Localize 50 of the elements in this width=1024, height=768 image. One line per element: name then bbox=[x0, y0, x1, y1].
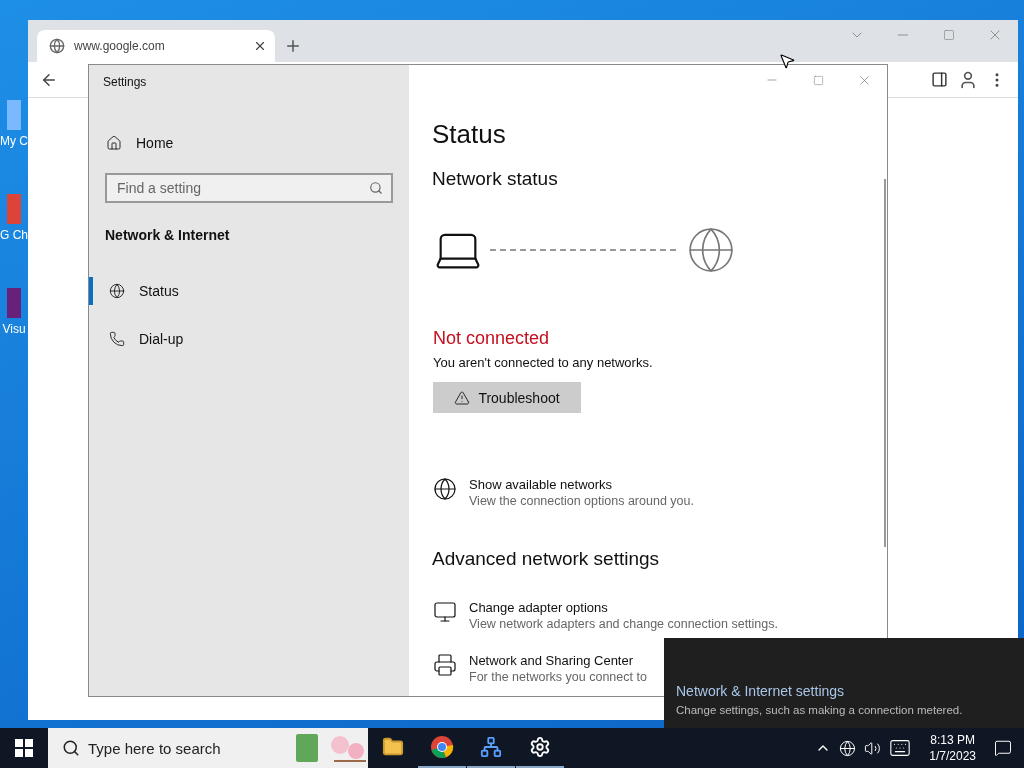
page-title: Status bbox=[432, 119, 507, 150]
section-heading: Network status bbox=[432, 168, 559, 190]
globe-icon bbox=[686, 225, 736, 275]
search-icon bbox=[369, 181, 383, 195]
browser-tab[interactable]: www.google.com bbox=[37, 30, 275, 62]
settings-icon bbox=[529, 736, 551, 758]
new-tab-icon[interactable] bbox=[284, 37, 302, 55]
desktop-icon-label[interactable]: My C bbox=[0, 134, 28, 148]
link-description: For the networks you connect to bbox=[469, 670, 647, 684]
search-icon bbox=[62, 739, 80, 757]
search-field[interactable]: Find a setting bbox=[105, 173, 393, 203]
link-description: View network adapters and change connection settings. bbox=[469, 617, 778, 631]
home-icon bbox=[106, 135, 122, 151]
desktop-icon-label[interactable]: G Ch bbox=[0, 228, 28, 242]
status-detail: You aren't connected to any networks. bbox=[432, 355, 654, 370]
section-heading: Network & Internet bbox=[105, 227, 231, 243]
keyboard-icon[interactable] bbox=[889, 737, 912, 759]
warning-icon bbox=[454, 389, 471, 406]
network-computer-icon bbox=[480, 736, 502, 758]
close-icon[interactable] bbox=[253, 39, 267, 53]
settings-link[interactable]: Show available networks bbox=[469, 477, 694, 492]
connection-status: Not connected bbox=[432, 328, 551, 349]
clock[interactable]: 8:13 PM 1/7/2023 bbox=[929, 732, 976, 764]
window-title: Settings bbox=[103, 75, 148, 89]
profile-icon[interactable] bbox=[958, 69, 978, 90]
flyout-description: Change settings, such as making a connection metered. bbox=[676, 704, 964, 716]
volume-icon[interactable] bbox=[864, 739, 882, 757]
settings-link[interactable]: Change adapter options bbox=[469, 600, 778, 615]
windows-logo-icon[interactable] bbox=[15, 739, 33, 757]
nav-item[interactable]: Dial-up bbox=[89, 325, 409, 353]
desktop-icon-label[interactable]: Visu bbox=[0, 322, 28, 336]
section-heading: Advanced network settings bbox=[432, 548, 661, 570]
globe-icon bbox=[49, 38, 65, 54]
settings-link[interactable]: Network & Internet settings bbox=[676, 683, 1024, 699]
nav-item[interactable]: Home bbox=[89, 129, 409, 157]
network-icon[interactable] bbox=[839, 739, 857, 757]
notification-icon[interactable] bbox=[994, 739, 1012, 757]
globe-icon bbox=[109, 283, 125, 299]
folder-icon bbox=[382, 736, 404, 758]
chrome-logo-icon[interactable] bbox=[430, 735, 454, 759]
troubleshoot-button[interactable]: Troubleshoot bbox=[433, 382, 581, 413]
link-icon bbox=[433, 653, 457, 677]
link-icon bbox=[433, 477, 457, 501]
side-panel-icon[interactable] bbox=[931, 71, 948, 88]
link-description: View the connection options around you. bbox=[469, 494, 694, 508]
phone-icon bbox=[109, 331, 125, 347]
taskbar-search-field[interactable]: Type here to search bbox=[48, 728, 368, 768]
settings-link[interactable]: Network and Sharing Center bbox=[469, 653, 647, 668]
nav-item[interactable]: Status bbox=[89, 277, 409, 305]
link-icon bbox=[433, 600, 457, 624]
